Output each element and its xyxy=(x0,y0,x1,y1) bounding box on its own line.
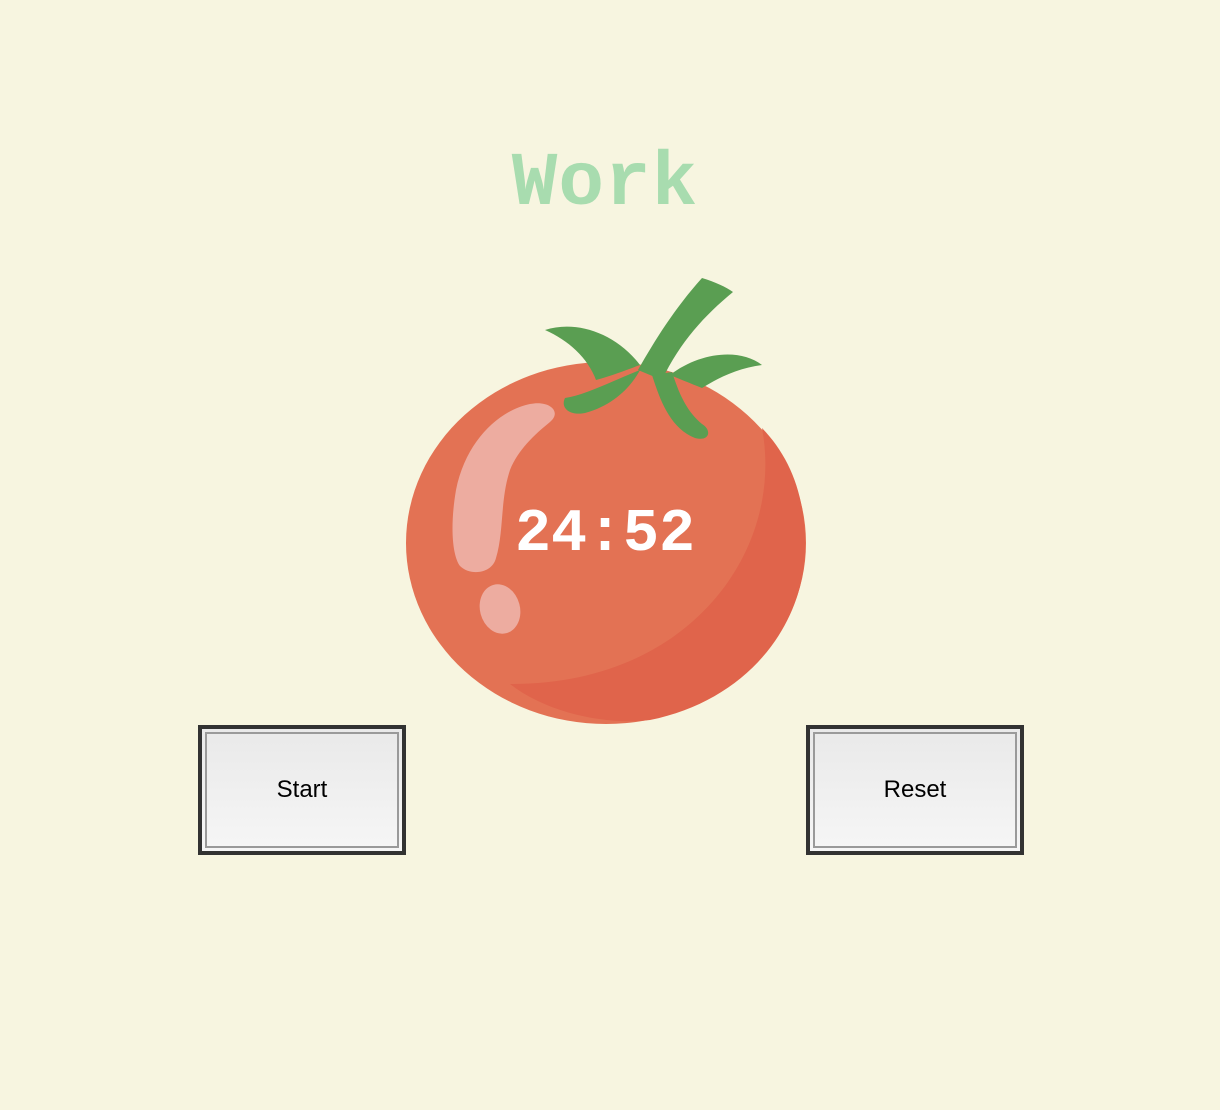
pomodoro-app: Work 24:52 Start Reset xyxy=(0,0,1220,1110)
reset-button[interactable]: Reset xyxy=(806,725,1024,855)
start-button[interactable]: Start xyxy=(198,725,406,855)
timer-display: 24:52 xyxy=(514,501,696,569)
start-button-label: Start xyxy=(205,732,399,848)
reset-button-label: Reset xyxy=(813,732,1017,848)
mode-title: Work xyxy=(511,141,699,227)
tomato-timer: 24:52 xyxy=(400,270,810,730)
